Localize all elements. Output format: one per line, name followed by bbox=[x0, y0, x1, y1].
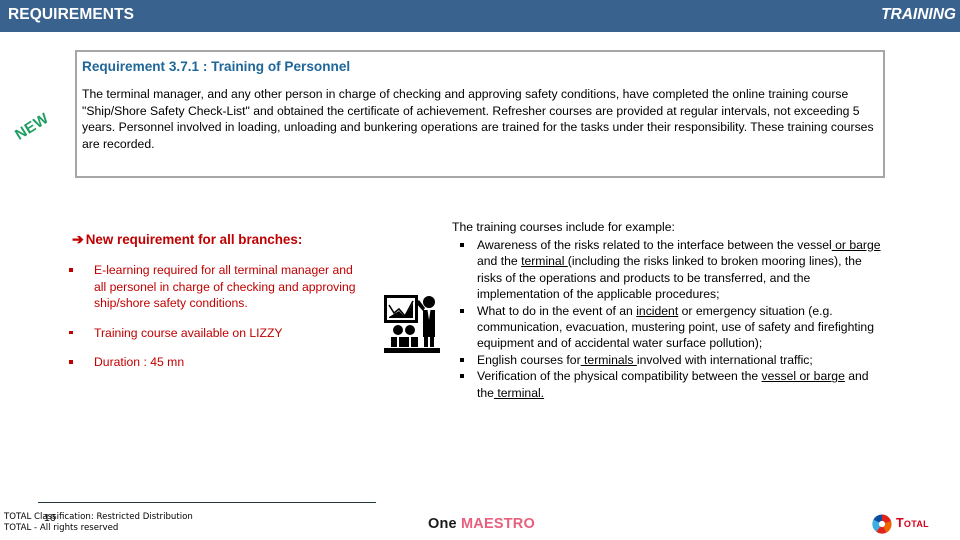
square-bullet-icon bbox=[69, 360, 73, 364]
square-bullet-icon bbox=[460, 308, 464, 313]
square-bullet-icon bbox=[69, 330, 73, 334]
footer-rights: TOTAL - All rights reserved bbox=[4, 523, 119, 533]
list-item: Verification of the physical compatibili… bbox=[452, 368, 884, 401]
list-item: Duration : 45 mn bbox=[66, 354, 366, 371]
footer-legal: TOTAL Classification: Restricted Distrib… bbox=[4, 512, 193, 534]
list-item: English courses for terminals involved w… bbox=[452, 352, 884, 368]
list-item-label: Training course available on LIZZY bbox=[94, 325, 283, 340]
list-item: Training course available on LIZZY bbox=[66, 325, 366, 342]
list-item: What to do in the event of an incident o… bbox=[452, 303, 884, 352]
square-bullet-icon bbox=[69, 268, 73, 272]
requirement-body: The terminal manager, and any other pers… bbox=[82, 87, 874, 151]
footer-classification: TOTAL Classification: Restricted Distrib… bbox=[4, 512, 193, 522]
list-item-label: Awareness of the risks related to the in… bbox=[477, 238, 881, 302]
list-item-label: English courses for terminals involved w… bbox=[477, 352, 813, 367]
right-bullet-list: Awareness of the risks related to the in… bbox=[452, 237, 884, 401]
list-item: Awareness of the risks related to the in… bbox=[452, 237, 884, 303]
header-band bbox=[0, 0, 960, 32]
new-requirement-heading-label: New requirement for all branches: bbox=[85, 232, 303, 247]
left-bullet-list: E-learning required for all terminal man… bbox=[66, 262, 366, 384]
header-section-label: TRAINING bbox=[881, 6, 956, 23]
page-title: REQUIREMENTS bbox=[8, 6, 135, 23]
square-bullet-icon bbox=[460, 357, 464, 362]
training-presentation-icon bbox=[382, 293, 442, 355]
list-item-label: E-learning required for all terminal man… bbox=[94, 263, 356, 310]
total-logo: Total bbox=[872, 514, 950, 534]
one-maestro-brand: One MAESTRO bbox=[428, 516, 535, 532]
square-bullet-icon bbox=[460, 374, 464, 379]
list-item-label: Verification of the physical compatibili… bbox=[477, 369, 869, 400]
square-bullet-icon bbox=[460, 243, 464, 247]
training-courses-intro: The training courses include for example… bbox=[452, 220, 675, 234]
total-wordmark-label: Total bbox=[896, 516, 929, 530]
footer-divider bbox=[38, 502, 376, 503]
arrow-right-icon: ➔ bbox=[72, 231, 84, 247]
requirement-title: Requirement 3.7.1 : Training of Personne… bbox=[82, 59, 351, 74]
total-mark-icon bbox=[872, 514, 892, 539]
list-item: E-learning required for all terminal man… bbox=[66, 262, 366, 312]
brand-one-label: One bbox=[428, 516, 462, 532]
new-badge: NEW bbox=[12, 109, 53, 144]
list-item-label: Duration : 45 mn bbox=[94, 355, 185, 369]
list-item-label: What to do in the event of an incident o… bbox=[477, 303, 874, 351]
brand-maestro-label: MAESTRO bbox=[461, 516, 535, 532]
new-requirement-heading: ➔ New requirement for all branches: bbox=[72, 231, 302, 248]
